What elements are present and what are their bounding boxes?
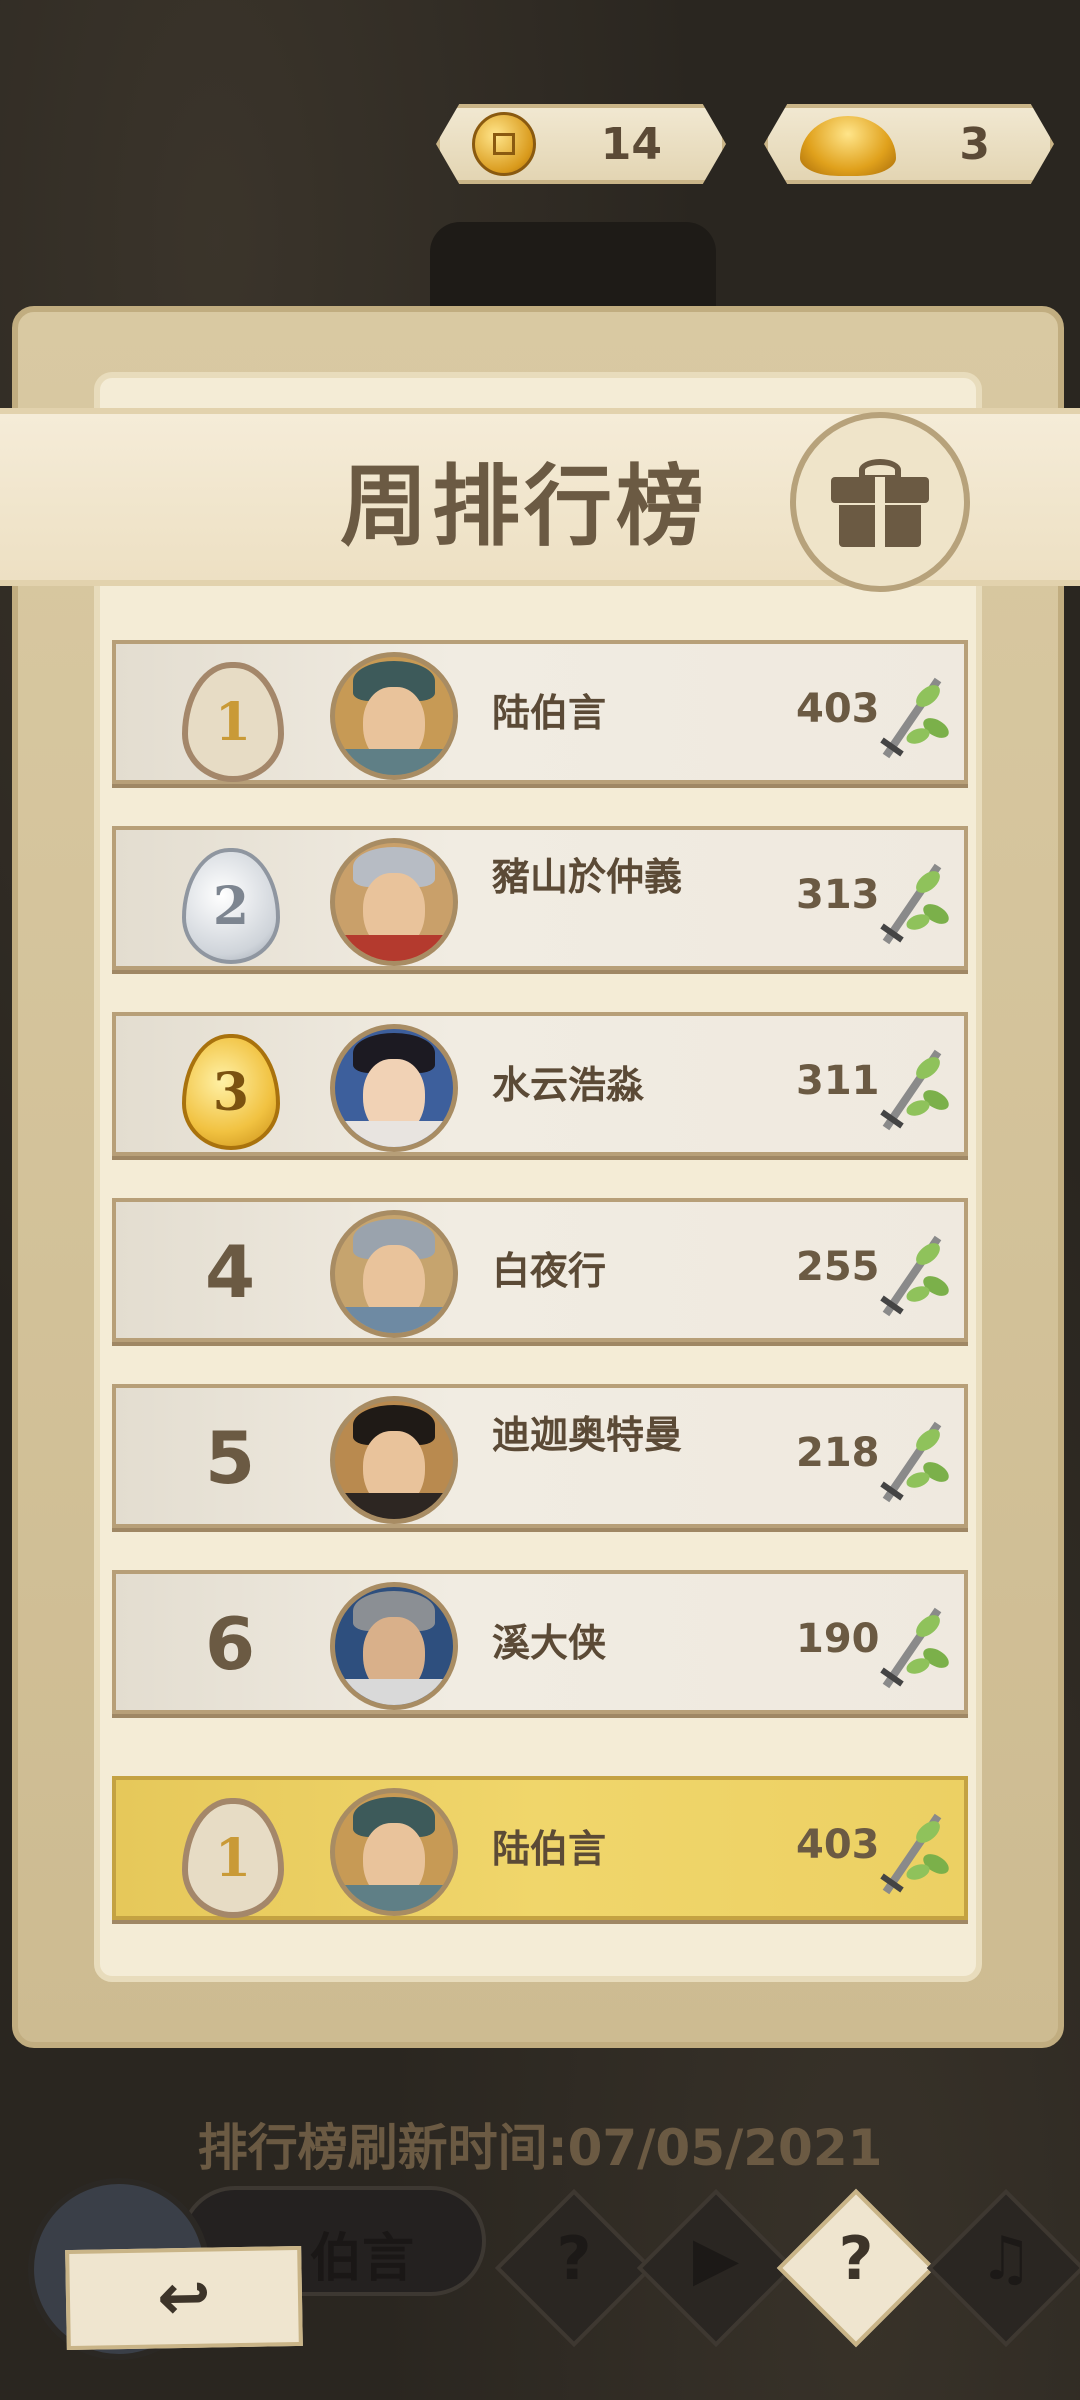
avatar bbox=[330, 838, 458, 966]
rank-number: 5 bbox=[204, 1416, 256, 1500]
avatar bbox=[330, 1210, 458, 1338]
player-name: 陆伯言 bbox=[492, 691, 607, 735]
rank-number: 4 bbox=[204, 1230, 256, 1314]
player-name: 豬山於仲義 bbox=[492, 855, 683, 899]
help-icon: ? bbox=[556, 2224, 592, 2294]
gift-button[interactable] bbox=[790, 412, 970, 592]
sword-leaf-icon bbox=[880, 1049, 949, 1131]
score: 190 bbox=[796, 1616, 880, 1662]
rank-number: 1 bbox=[214, 691, 252, 753]
rank-1-medal-icon: 1 bbox=[182, 1798, 284, 1918]
sword-leaf-icon bbox=[880, 1421, 949, 1503]
avatar bbox=[330, 652, 458, 780]
page-title: 周排行榜 bbox=[340, 455, 709, 558]
help-icon: ? bbox=[838, 2224, 874, 2294]
score: 255 bbox=[796, 1244, 880, 1290]
sword-leaf-icon bbox=[880, 677, 949, 759]
score: 313 bbox=[796, 872, 880, 918]
leaderboard-row[interactable]: 5 迪迦奥特曼 218 bbox=[112, 1384, 968, 1528]
rank-number: 2 bbox=[212, 875, 250, 937]
sword-leaf-icon bbox=[880, 1235, 949, 1317]
gift-icon bbox=[831, 459, 929, 547]
panel-tab bbox=[430, 222, 716, 312]
leaderboard-row[interactable]: 1 陆伯言 403 bbox=[112, 640, 968, 784]
rank-1-medal-icon: 1 bbox=[182, 662, 284, 782]
avatar bbox=[330, 1788, 458, 1916]
music-icon: ♫ bbox=[979, 2224, 1033, 2294]
back-arrow-icon: ↩ bbox=[156, 2260, 212, 2336]
score: 403 bbox=[796, 686, 880, 732]
player-name-label: 伯言 bbox=[310, 2229, 415, 2289]
player-name: 陆伯言 bbox=[492, 1827, 607, 1871]
player-name: 白夜行 bbox=[492, 1249, 607, 1293]
score: 403 bbox=[796, 1822, 880, 1868]
back-button[interactable]: ↩ bbox=[65, 2245, 303, 2351]
leaderboard-row[interactable]: 4 白夜行 255 bbox=[112, 1198, 968, 1342]
leaderboard-row[interactable]: 3 水云浩淼 311 bbox=[112, 1012, 968, 1156]
coin-icon bbox=[472, 112, 536, 176]
sword-leaf-icon bbox=[880, 863, 949, 945]
rank-number: 6 bbox=[204, 1602, 256, 1686]
player-name: 迪迦奥特曼 bbox=[492, 1413, 683, 1457]
avatar bbox=[330, 1582, 458, 1710]
rank-2-medal-icon: 2 bbox=[182, 848, 280, 964]
rank-number: 3 bbox=[212, 1061, 250, 1123]
leaderboard-row[interactable]: 6 溪大侠 190 bbox=[112, 1570, 968, 1714]
avatar bbox=[330, 1024, 458, 1152]
leaderboard-inner bbox=[94, 372, 982, 1982]
sword-leaf-icon bbox=[880, 1813, 949, 1895]
ingot-count: 3 bbox=[959, 118, 990, 170]
sword-leaf-icon bbox=[880, 1607, 949, 1689]
score: 218 bbox=[796, 1430, 880, 1476]
refresh-time: 排行榜刷新时间:07/05/2021 bbox=[197, 2119, 883, 2177]
rank-number: 1 bbox=[214, 1827, 252, 1889]
score: 311 bbox=[796, 1058, 880, 1104]
avatar bbox=[330, 1396, 458, 1524]
coin-count: 14 bbox=[600, 118, 662, 170]
video-icon: ▶ bbox=[692, 2224, 740, 2294]
rank-3-medal-icon: 3 bbox=[182, 1034, 280, 1150]
leaderboard-row[interactable]: 2 豬山於仲義 313 bbox=[112, 826, 968, 970]
player-name: 水云浩淼 bbox=[492, 1063, 645, 1107]
player-name: 溪大侠 bbox=[492, 1621, 607, 1665]
self-rank-row[interactable]: 1 陆伯言 403 bbox=[112, 1776, 968, 1920]
